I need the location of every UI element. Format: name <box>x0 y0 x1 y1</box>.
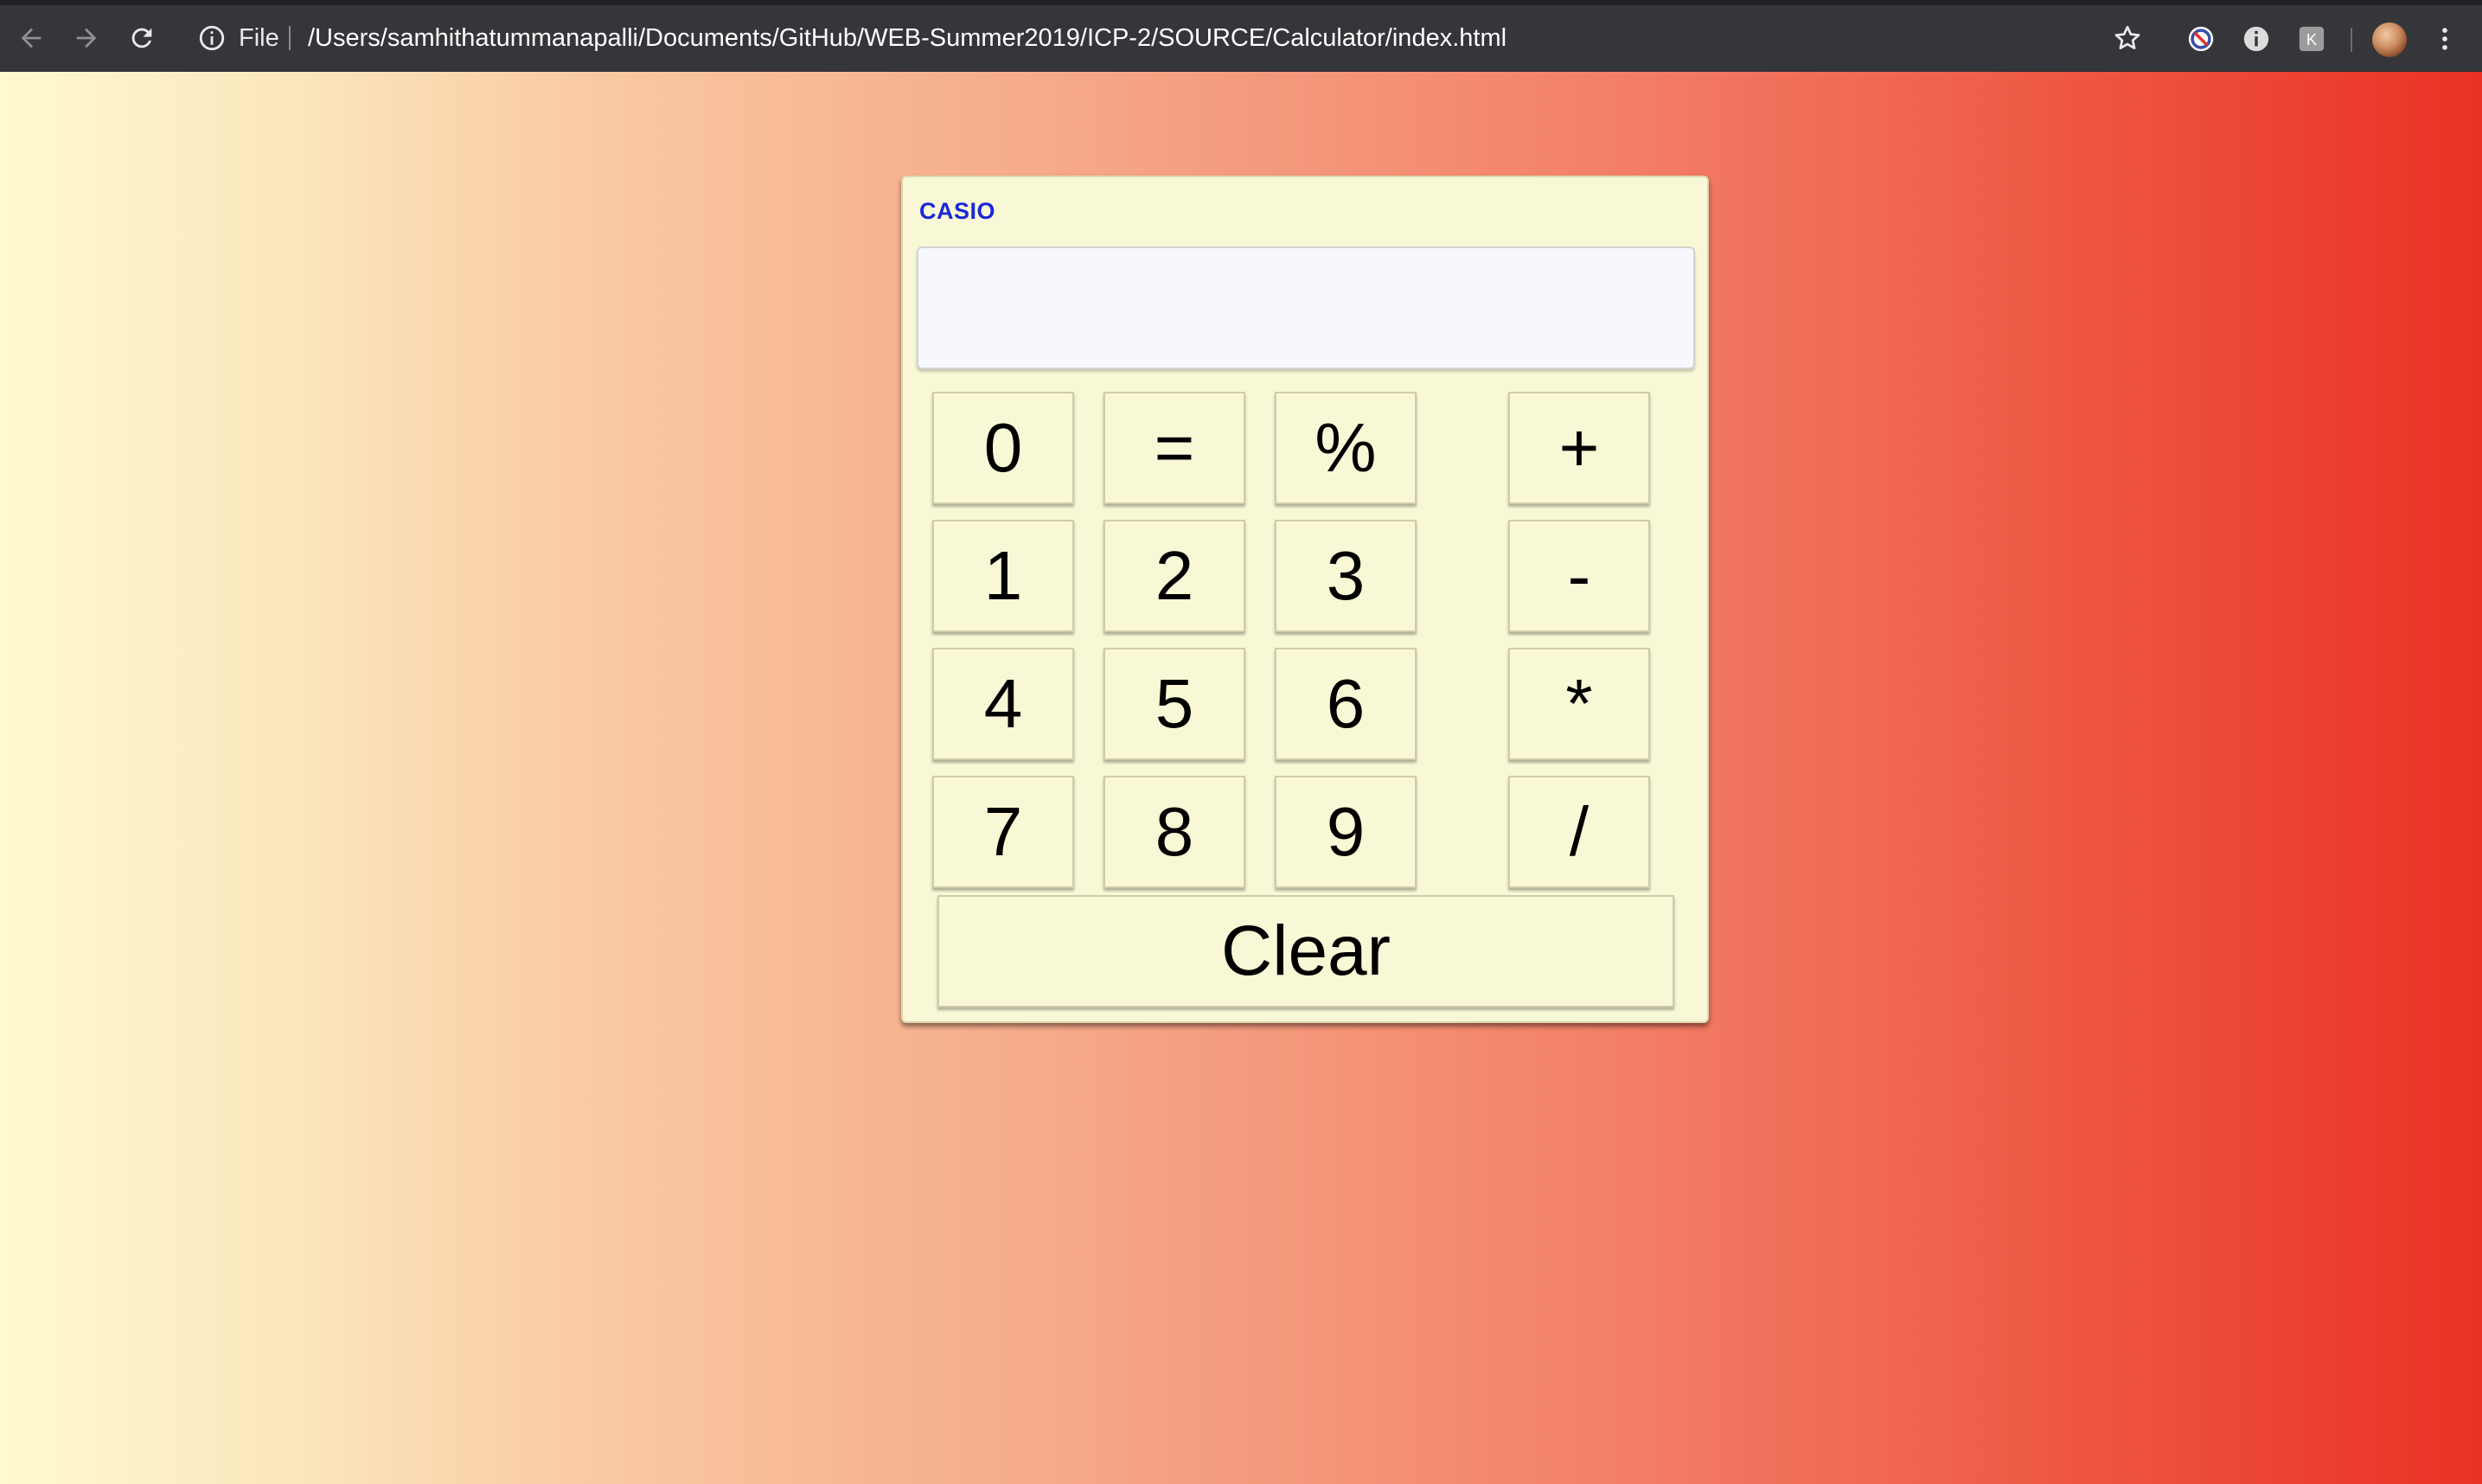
key-7[interactable]: 7 <box>932 776 1074 888</box>
key-9[interactable]: 9 <box>1275 776 1417 888</box>
profile-avatar[interactable] <box>2372 22 2407 57</box>
key-2[interactable]: 2 <box>1103 520 1245 632</box>
address-bar[interactable]: File /Users/samhithatummanapalli/Documen… <box>182 17 2162 59</box>
svg-text:K: K <box>2306 30 2318 48</box>
key-equals[interactable]: = <box>1103 392 1245 504</box>
blocker-extension-icon[interactable] <box>2186 24 2216 54</box>
reload-icon <box>131 28 152 48</box>
bookmark-star-icon[interactable] <box>2112 22 2143 54</box>
forward-button[interactable] <box>66 17 107 59</box>
clear-button[interactable]: Clear <box>937 895 1674 1007</box>
key-6[interactable]: 6 <box>1275 648 1417 760</box>
address-separator <box>289 26 291 50</box>
key-multiply[interactable]: * <box>1508 648 1650 760</box>
toolbar-separator <box>2351 28 2352 52</box>
key-8[interactable]: 8 <box>1103 776 1245 888</box>
key-5[interactable]: 5 <box>1103 648 1245 760</box>
url-text[interactable]: /Users/samhithatummanapalli/Documents/Gi… <box>308 17 1506 59</box>
back-button[interactable] <box>10 17 52 59</box>
key-3[interactable]: 3 <box>1275 520 1417 632</box>
info-extension-icon[interactable] <box>2242 24 2271 54</box>
key-1[interactable]: 1 <box>932 520 1074 632</box>
calculator: CASIO 0 = % + 1 2 3 - 4 5 6 * 7 8 9 / Cl… <box>901 176 1709 1023</box>
key-4[interactable]: 4 <box>932 648 1074 760</box>
more-menu-icon[interactable] <box>2430 24 2460 54</box>
key-minus[interactable]: - <box>1508 520 1650 632</box>
k-extension-icon[interactable]: K <box>2297 24 2326 54</box>
calculator-display[interactable] <box>917 246 1695 369</box>
info-icon[interactable] <box>197 23 227 53</box>
reload-button[interactable] <box>121 17 163 59</box>
key-percent[interactable]: % <box>1275 392 1417 504</box>
page-viewport: CASIO 0 = % + 1 2 3 - 4 5 6 * 7 8 9 / Cl… <box>0 72 2482 1484</box>
brand-label: CASIO <box>919 198 996 224</box>
scheme-label: File <box>239 24 279 52</box>
key-divide[interactable]: / <box>1508 776 1650 888</box>
key-plus[interactable]: + <box>1508 392 1650 504</box>
browser-toolbar: File /Users/samhithatummanapalli/Documen… <box>0 5 2482 72</box>
arrow-left-icon <box>21 28 42 48</box>
arrow-right-icon <box>76 28 97 48</box>
key-0[interactable]: 0 <box>932 392 1074 504</box>
